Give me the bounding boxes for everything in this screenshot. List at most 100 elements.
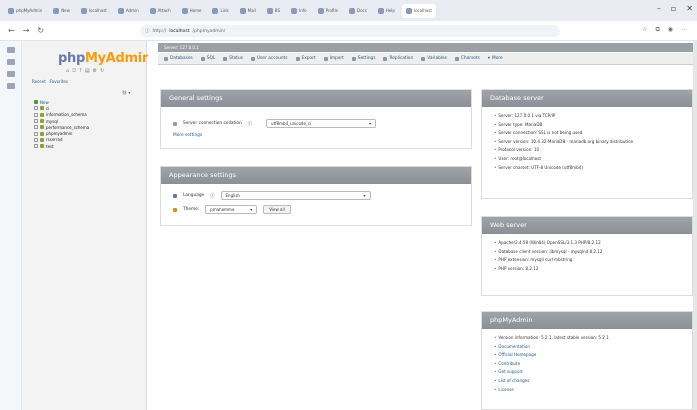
support-link[interactable]: Get support <box>494 368 692 377</box>
browser-tab[interactable]: New <box>49 4 74 18</box>
browser-tab[interactable]: Help <box>374 4 399 18</box>
list-item: PHP version: 8.2.12 <box>494 265 692 274</box>
favorites-tab[interactable]: Favorites <box>50 79 68 84</box>
appearance-settings-panel: Appearance settings Language ⓘ English ▾… <box>160 166 472 226</box>
collapse-link-tools[interactable]: ⛓ ▾ <box>122 90 130 95</box>
collation-select[interactable]: utf8mb4_unicode_ci ▾ <box>266 119 377 128</box>
minimize-icon[interactable]: – <box>657 4 661 13</box>
contribute-link[interactable]: Contribute <box>494 360 692 369</box>
browser-tab[interactable]: Admin <box>114 4 143 18</box>
browser-tab[interactable]: Home <box>178 4 206 18</box>
logout-icon[interactable]: ⎋ <box>72 68 76 74</box>
menu-more[interactable]: ▾ More <box>488 56 503 61</box>
reload-icon[interactable]: ↻ <box>37 26 44 35</box>
browser-tab[interactable]: Docs <box>345 4 371 18</box>
menu-import[interactable]: Import <box>323 56 344 61</box>
sidebar-collections-icon[interactable] <box>7 71 15 77</box>
browser-tab[interactable]: Profile <box>314 4 342 18</box>
language-label: Language <box>183 193 205 198</box>
menu-replication[interactable]: Replication <box>383 56 413 61</box>
menu-settings[interactable]: Settings <box>351 56 375 61</box>
homepage-link[interactable]: Official Homepage <box>494 351 692 360</box>
help-icon[interactable]: ⓘ <box>248 121 252 127</box>
browser-tab-bar: phpMyAdmin New localhost Admin Attach Ho… <box>0 0 697 21</box>
status-icon <box>223 56 228 61</box>
database-server-panel: Database server Server: 127.0.0.1 via TC… <box>481 89 693 199</box>
expand-icon[interactable] <box>34 131 38 136</box>
panel-title: phpMyAdmin <box>482 312 692 329</box>
documentation-link[interactable]: Documentation <box>494 343 692 352</box>
list-item: Server connection: SSL is not being used <box>494 129 692 138</box>
panel-title: Database server <box>482 90 692 107</box>
recent-tab[interactable]: Recent <box>32 79 46 84</box>
pma-main-content: Server: 127.0.0.1 Databases SQL Status U… <box>148 41 697 410</box>
general-settings-panel: General settings Server connection colla… <box>160 89 472 149</box>
tab-favicon-icon <box>291 7 297 14</box>
extensions-icon[interactable]: ⧉ <box>655 26 659 34</box>
browser-tab-active[interactable]: localhost <box>401 3 436 18</box>
settings-menu-icon <box>351 56 356 61</box>
browser-tab[interactable]: Attach <box>146 4 175 18</box>
browser-tab[interactable]: phpMyAdmin <box>4 4 46 18</box>
menu-databases[interactable]: Databases <box>164 56 193 61</box>
reload-nav-icon[interactable]: ↻ <box>100 68 104 74</box>
docs-icon[interactable]: ▤ <box>85 68 90 74</box>
close-icon[interactable]: ✕ <box>686 4 693 13</box>
menu-status[interactable]: Status <box>223 56 243 61</box>
browser-tab[interactable]: Info <box>287 4 311 18</box>
language-select[interactable]: English ▾ <box>220 191 371 200</box>
browser-tab[interactable]: BS <box>263 4 284 18</box>
scrollbar[interactable] <box>693 41 697 410</box>
phpmyadmin-list: Version information: 5.2.1, latest stabl… <box>482 329 692 394</box>
menu-export[interactable]: Export <box>295 56 316 61</box>
changes-link[interactable]: List of changes <box>494 377 692 386</box>
collation-row: Server connection collation ⓘ utf8mb4_un… <box>161 119 471 128</box>
expand-icon[interactable] <box>34 106 38 111</box>
help-icon[interactable]: ⓘ <box>210 193 214 199</box>
home-icon[interactable]: ⌂ <box>66 68 69 74</box>
url-field[interactable]: ⓘ http://localhost/phpmyadmin/ <box>140 25 560 37</box>
tab-favicon-icon <box>212 7 219 14</box>
tree-item-database[interactable]: test <box>34 143 144 149</box>
license-link[interactable]: License <box>494 386 692 395</box>
sidebar-tabs-icon[interactable] <box>7 47 15 53</box>
more-settings-link[interactable]: More settings <box>173 133 202 138</box>
expand-icon[interactable] <box>34 125 38 130</box>
database-icon <box>40 106 44 111</box>
menu-user-accounts[interactable]: User accounts <box>250 56 288 61</box>
theme-select[interactable]: pmahomme ▾ <box>205 205 258 214</box>
expand-icon[interactable] <box>34 119 38 124</box>
server-breadcrumb[interactable]: Server: 127.0.0.1 <box>158 43 694 52</box>
view-all-themes-button[interactable]: View all <box>263 205 291 214</box>
browser-tab[interactable]: Mail <box>236 4 260 18</box>
menu-variables[interactable]: Variables <box>421 56 447 61</box>
settings-icon[interactable]: ⚙ <box>93 68 97 74</box>
browser-tab[interactable]: Link <box>208 4 232 18</box>
variables-icon <box>421 56 426 61</box>
menu-charsets[interactable]: Charsets <box>454 56 480 61</box>
expand-icon[interactable] <box>34 144 38 149</box>
sidebar-history-icon[interactable] <box>7 59 15 65</box>
sidebar-settings-icon[interactable] <box>7 83 15 89</box>
help-icon[interactable]: ? <box>79 68 82 74</box>
new-database-icon <box>34 100 38 105</box>
expand-icon[interactable] <box>34 137 38 142</box>
browser-tab[interactable]: localhost <box>77 4 111 18</box>
pma-logo[interactable]: phpMyAdmin <box>58 51 151 66</box>
top-menu: Databases SQL Status User accounts Expor… <box>158 53 694 65</box>
expand-icon[interactable] <box>34 112 38 117</box>
back-icon[interactable]: ← <box>8 26 15 35</box>
browser-sidebar <box>0 41 22 410</box>
page-info-icon[interactable]: ⓘ <box>145 28 150 34</box>
list-item: Server: 127.0.0.1 via TCP/IP <box>494 112 692 121</box>
menu-sql[interactable]: SQL <box>200 56 215 61</box>
database-icon <box>40 112 44 117</box>
collation-label: Server connection collation <box>183 121 242 126</box>
maximize-icon[interactable]: ▫ <box>671 4 676 13</box>
forward-icon[interactable]: → <box>23 26 30 35</box>
favorite-star-icon[interactable]: ☆ <box>642 26 647 34</box>
database-tree: New ci information_schema mysql performa… <box>34 99 144 149</box>
tab-favicon-icon <box>117 7 124 14</box>
profile-icon[interactable]: ◉ <box>668 26 673 34</box>
menu-dots-icon[interactable]: ⋯ <box>681 26 687 34</box>
